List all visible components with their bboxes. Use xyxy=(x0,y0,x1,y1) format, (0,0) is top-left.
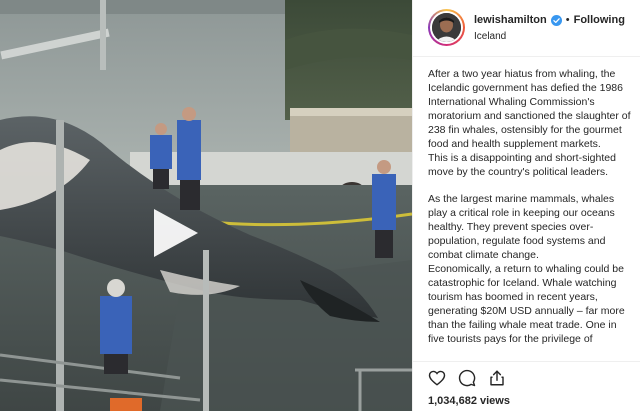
caption-paragraph: This is a disappointing and short-sighte… xyxy=(428,152,616,178)
video-frame-whaling-station xyxy=(0,0,412,411)
avatar-photo xyxy=(432,13,461,42)
following-button[interactable]: Following xyxy=(574,14,625,26)
separator-dot: • xyxy=(565,14,570,26)
comment-button[interactable] xyxy=(458,369,476,387)
avatar[interactable] xyxy=(428,9,465,46)
post-header: lewishamilton • Following Iceland xyxy=(413,0,640,57)
caption-paragraph: Economically, a return to whaling could … xyxy=(428,263,625,345)
username-link[interactable]: lewishamilton xyxy=(474,14,547,26)
post-side-panel: lewishamilton • Following Iceland After … xyxy=(412,0,640,411)
share-icon xyxy=(490,370,504,386)
profile-photo-icon xyxy=(432,13,461,42)
comment-icon xyxy=(458,369,476,387)
instagram-post: lewishamilton • Following Iceland After … xyxy=(0,0,640,411)
location-link[interactable]: Iceland xyxy=(474,31,506,42)
post-video[interactable] xyxy=(0,0,412,411)
verified-badge-icon xyxy=(550,14,562,26)
view-count[interactable]: 1,034,682 views xyxy=(428,395,510,407)
user-line: lewishamilton • Following xyxy=(474,14,625,26)
caption-paragraph: After a two year hiatus from whaling, th… xyxy=(428,68,631,150)
heart-icon xyxy=(428,370,446,386)
play-icon xyxy=(154,209,198,257)
caption-paragraph: As the largest marine mammals, whales pl… xyxy=(428,193,615,261)
share-button[interactable] xyxy=(488,369,506,387)
play-button[interactable] xyxy=(150,207,202,259)
post-caption: After a two year hiatus from whaling, th… xyxy=(428,67,634,361)
like-button[interactable] xyxy=(428,369,446,387)
post-actions: 1,034,682 views xyxy=(413,361,640,411)
